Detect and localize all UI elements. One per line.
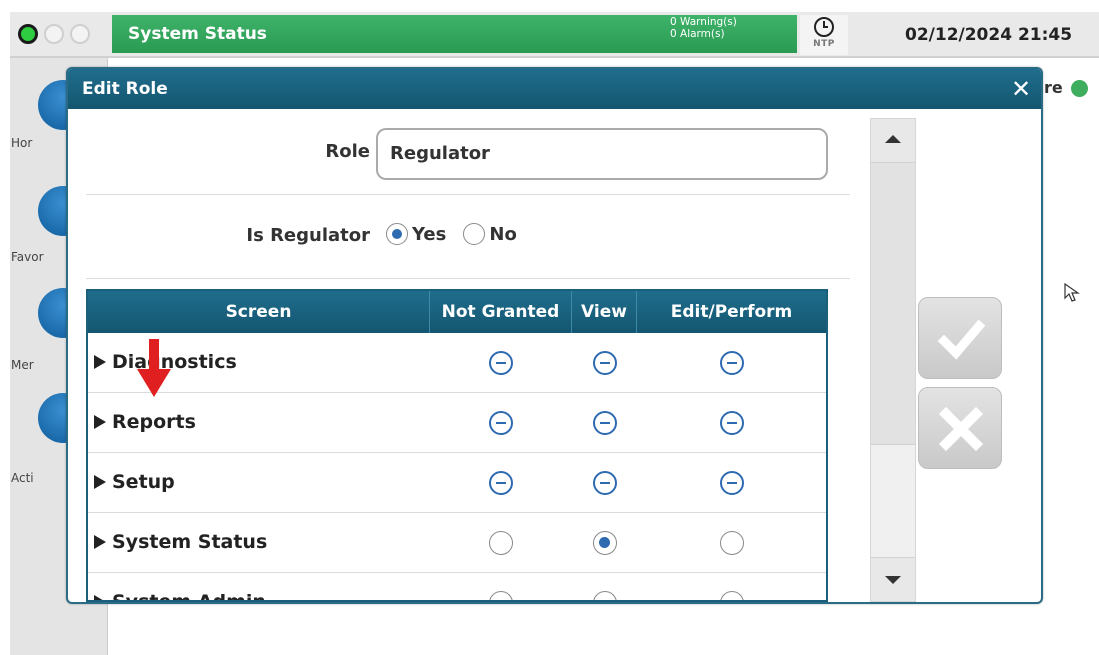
yes-radio-icon[interactable] <box>386 223 408 245</box>
ntp-clock-button[interactable]: NTP <box>800 15 848 55</box>
cell-not-granted <box>430 513 572 572</box>
is-regulator-label: Is Regulator <box>246 225 370 246</box>
dialog-title: Edit Role <box>82 79 168 99</box>
dialog-scrollbar[interactable] <box>870 118 916 602</box>
is-regulator-options: Yes No <box>386 223 529 245</box>
screen-name: System Status <box>112 531 268 553</box>
confirm-button[interactable] <box>918 297 1002 379</box>
red-arrow-icon <box>137 339 171 397</box>
warning-alarm-counter[interactable]: 0 Warning(s) 0 Alarm(s) <box>670 16 780 40</box>
table-header: Screen Not Granted View Edit/Perform <box>88 291 826 333</box>
screen-name: Setup <box>112 471 175 493</box>
close-icon <box>938 406 984 452</box>
view-radio[interactable] <box>592 591 617 600</box>
chevron-down-icon[interactable] <box>1071 80 1088 97</box>
partial-state-icon[interactable] <box>489 411 513 435</box>
status-lamp-off-icon <box>44 24 64 44</box>
cell-view <box>572 513 637 572</box>
cell-edit-perform <box>637 513 826 572</box>
cell-not-granted <box>430 333 572 392</box>
screen-name: System Admin <box>112 591 266 602</box>
expand-arrow-icon[interactable] <box>94 535 106 549</box>
current-datetime: 02/12/2024 21:45 <box>905 25 1073 45</box>
system-status-title: System Status <box>128 24 267 44</box>
partial-state-icon[interactable] <box>592 351 617 375</box>
nav-label-favorites: Favor <box>11 250 44 264</box>
no-label: No <box>489 223 517 245</box>
cell-not-granted <box>430 453 572 512</box>
expand-arrow-icon[interactable] <box>94 415 106 429</box>
edit-role-dialog: Edit Role ✕ Role Regulator Is Regulator … <box>66 67 1043 604</box>
expand-row-reports[interactable]: Reports <box>88 393 430 452</box>
not-granted-radio[interactable] <box>489 531 513 555</box>
expand-arrow-icon[interactable] <box>94 355 106 369</box>
check-icon <box>937 319 986 360</box>
cell-not-granted <box>430 393 572 452</box>
cell-edit-perform <box>637 333 826 392</box>
cell-view <box>572 573 637 600</box>
background-text-fragment: re <box>1044 78 1063 97</box>
role-label: Role <box>325 141 370 162</box>
role-input[interactable]: Regulator <box>376 128 828 180</box>
no-radio-icon[interactable] <box>463 223 486 245</box>
screen-name: Diagnostics <box>112 351 237 373</box>
status-lamp-off-icon <box>70 24 90 44</box>
mouse-cursor-icon <box>1064 282 1080 302</box>
table-row: Setup <box>88 453 826 513</box>
expand-row-system-admin[interactable]: System Admin <box>88 573 430 602</box>
cell-view <box>572 453 637 512</box>
clock-icon <box>814 17 834 37</box>
scroll-up-arrow-icon[interactable] <box>871 119 915 163</box>
not-granted-radio[interactable] <box>489 591 513 600</box>
table-row: Reports <box>88 393 826 453</box>
cell-not-granted <box>430 573 572 600</box>
col-header-screen: Screen <box>88 291 430 333</box>
scroll-thumb[interactable] <box>871 163 915 445</box>
warning-count: 0 Warning(s) <box>670 16 737 28</box>
ntp-label: NTP <box>813 39 835 49</box>
dialog-header: Edit Role ✕ <box>68 69 1041 109</box>
permissions-table: Screen Not Granted View Edit/Perform Dia… <box>86 289 828 602</box>
partial-state-icon[interactable] <box>592 471 617 495</box>
expand-arrow-icon[interactable] <box>94 475 106 489</box>
edit-perform-radio[interactable] <box>719 531 744 555</box>
screen-name: Reports <box>112 411 196 433</box>
is-regulator-row: Is Regulator Yes No <box>86 195 850 279</box>
partial-state-icon[interactable] <box>489 351 513 375</box>
nav-label-menu: Mer <box>11 358 34 372</box>
yes-label: Yes <box>412 223 447 245</box>
partial-state-icon[interactable] <box>719 471 744 495</box>
system-status-bar: System Status 0 Warning(s) 0 Alarm(s) NT… <box>10 12 1099 58</box>
table-row: System Status <box>88 513 826 573</box>
no-radio-option[interactable]: No <box>463 223 528 245</box>
partial-state-icon[interactable] <box>489 471 513 495</box>
nav-label-actions: Acti <box>11 471 34 485</box>
edit-perform-radio[interactable] <box>719 591 744 600</box>
cancel-button[interactable] <box>918 387 1002 469</box>
partial-state-icon[interactable] <box>719 411 744 435</box>
cell-view <box>572 333 637 392</box>
expand-row-setup[interactable]: Setup <box>88 453 430 512</box>
status-lamp-green-icon <box>18 24 38 44</box>
scroll-down-arrow-icon[interactable] <box>871 557 915 601</box>
partial-state-icon[interactable] <box>719 351 744 375</box>
yes-radio-option[interactable]: Yes <box>386 223 463 245</box>
alarm-count: 0 Alarm(s) <box>670 28 725 40</box>
col-header-view: View <box>572 291 637 333</box>
table-row: System Admin <box>88 573 826 602</box>
cell-edit-perform <box>637 573 826 600</box>
view-radio[interactable] <box>592 531 617 555</box>
close-icon[interactable]: ✕ <box>1007 69 1035 109</box>
nav-label-home: Hor <box>11 136 33 150</box>
cell-view <box>572 393 637 452</box>
expand-arrow-icon[interactable] <box>94 595 106 600</box>
col-header-edit-perform: Edit/Perform <box>670 302 793 322</box>
partial-state-icon[interactable] <box>592 411 617 435</box>
expand-row-system-status[interactable]: System Status <box>88 513 430 572</box>
table-row: Diagnostics <box>88 333 826 393</box>
cell-edit-perform <box>637 453 826 512</box>
col-header-not-granted: Not Granted <box>430 291 572 333</box>
cell-edit-perform <box>637 393 826 452</box>
